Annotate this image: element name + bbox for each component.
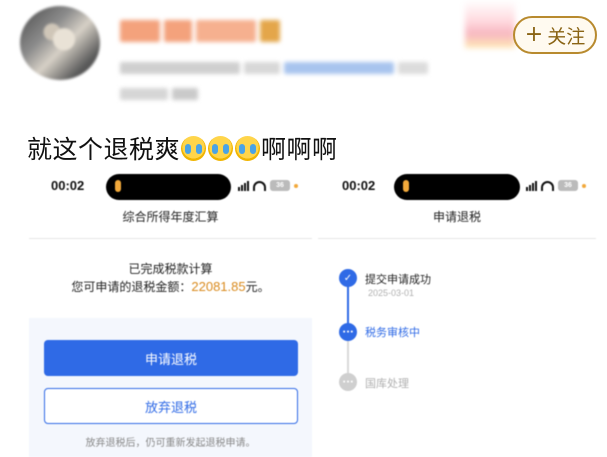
wifi-icon: [253, 180, 266, 191]
microphone-icon: [115, 180, 121, 192]
dynamic-island: [394, 174, 520, 200]
post-meta-blurred: [120, 62, 428, 74]
in-progress-icon: ···: [339, 323, 357, 341]
pending-icon: ···: [339, 373, 357, 391]
check-icon: ✓: [339, 269, 357, 287]
right-phone-screenshot: 00:02 36 申请退税 ✓ 提交申请成功 2025-03-01 ··· 税务…: [318, 168, 596, 457]
timeline-step-date: 2025-03-01: [368, 288, 415, 298]
post-text-tail: 啊啊啊: [261, 135, 338, 164]
left-phone-screenshot: 00:02 36 综合所得年度汇算 已完成税款计算 您可申请的退税金额：2208…: [29, 168, 312, 457]
battery-icon: 36: [558, 180, 578, 191]
page-title: 申请退税: [432, 210, 481, 224]
signal-icon: [526, 180, 537, 191]
refund-label: 您可申请的退税金额：: [71, 280, 192, 294]
timeline-step-treasury: 国库处理: [365, 377, 409, 390]
abandon-refund-button[interactable]: 放弃退税: [44, 388, 298, 424]
avatar[interactable]: [20, 6, 100, 80]
crying-emoji-icon: [235, 135, 261, 161]
background-decoration: [465, 0, 515, 48]
battery-icon: 36: [270, 180, 290, 191]
timeline-step-submitted: 提交申请成功: [365, 273, 431, 286]
refund-amount-row: 您可申请的退税金额：22081.85元。: [29, 278, 312, 295]
plus-icon: +: [524, 22, 544, 47]
status-icons: 36: [526, 180, 586, 191]
post-text: 就这个退税爽 啊啊啊: [27, 130, 338, 166]
status-time: 00:02: [342, 178, 376, 193]
divider: [29, 238, 312, 239]
privacy-dot-icon: [294, 183, 298, 188]
refund-amount: 22081.85: [191, 279, 246, 294]
follow-label: 关注: [547, 25, 586, 48]
crying-emoji-icon: [181, 135, 207, 161]
status-icons: 36: [238, 180, 298, 191]
microphone-icon: [403, 180, 409, 192]
privacy-dot-icon: [582, 183, 586, 188]
abandon-note: 放弃退税后，仍可重新发起退税申请。: [85, 438, 256, 449]
timeline-step-reviewing: 税务审核中: [365, 326, 420, 339]
post-text-main: 就这个退税爽: [27, 135, 181, 164]
divider: [318, 238, 596, 239]
status-bar: 00:02 36: [318, 174, 596, 200]
dynamic-island: [106, 174, 231, 200]
follow-button[interactable]: + 关注: [513, 16, 597, 54]
wifi-icon: [541, 180, 554, 191]
calc-done-text: 已完成税款计算: [128, 262, 213, 276]
post-meta-blurred-2: [120, 88, 198, 100]
page-title: 综合所得年度汇算: [122, 210, 219, 224]
status-time: 00:02: [51, 178, 85, 193]
username-blurred[interactable]: [120, 20, 280, 42]
refund-unit: 元。: [245, 280, 270, 294]
status-bar: 00:02 36: [29, 174, 312, 200]
apply-refund-button[interactable]: 申请退税: [44, 340, 298, 376]
crying-emoji-icon: [208, 135, 234, 161]
signal-icon: [238, 180, 249, 191]
